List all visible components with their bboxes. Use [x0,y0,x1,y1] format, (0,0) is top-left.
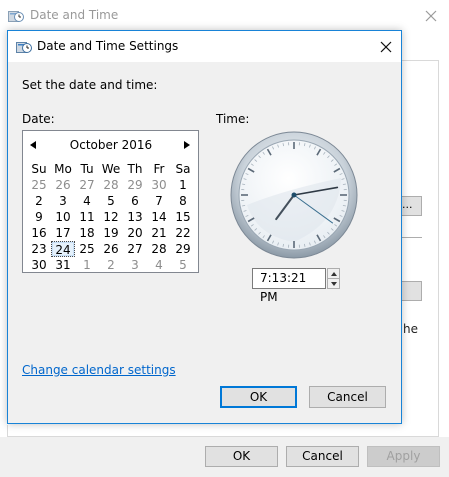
calendar-day[interactable]: 29 [123,177,147,193]
calendar-day[interactable]: 18 [75,225,99,241]
calendar-day[interactable]: 11 [75,209,99,225]
date-time-settings-dialog: Date and Time Settings Set the date and … [7,30,402,424]
calendar-day[interactable]: 17 [51,225,75,241]
time-spinner [327,268,340,289]
dialog-titlebar: Date and Time Settings [8,31,401,62]
calendar-month-title[interactable]: October 2016 [43,138,179,152]
dialog-title: Date and Time Settings [37,39,179,53]
date-time-settings-icon [8,8,24,24]
calendar-day[interactable]: 3 [123,257,147,273]
parent-ok-button[interactable]: OK [205,446,278,467]
calendar-day[interactable]: 25 [27,177,51,193]
parent-apply-button[interactable]: Apply [367,446,440,467]
close-icon[interactable] [419,4,443,28]
analog-clock [229,130,359,260]
calendar-day[interactable]: 22 [171,225,195,241]
time-input[interactable]: 7:13:21 PM [252,268,326,304]
calendar-day[interactable]: 27 [75,177,99,193]
calendar-day[interactable]: 2 [99,257,123,273]
weekday-header: Mo [54,162,72,176]
calendar-day[interactable]: 1 [75,257,99,273]
weekday-header: Th [127,162,143,176]
spin-down-icon[interactable] [328,279,339,288]
calendar-day[interactable]: 19 [99,225,123,241]
calendar-day[interactable]: 7 [147,193,171,209]
calendar-day[interactable]: 13 [123,209,147,225]
calendar-day[interactable]: 5 [171,257,195,273]
parent-change-button[interactable]: ... [401,196,422,216]
calendar-day[interactable]: 25 [75,241,99,257]
parent-cancel-button[interactable]: Cancel [286,446,359,467]
weekday-header: Fr [153,162,165,176]
calendar-day[interactable]: 9 [27,209,51,225]
calendar-day[interactable]: 23 [27,241,51,257]
calendar-day[interactable]: 1 [171,177,195,193]
calendar-day[interactable]: 2 [27,193,51,209]
weekday-header: We [101,162,121,176]
calendar-day[interactable]: 26 [99,241,123,257]
calendar-day-selected[interactable]: 24 [51,241,75,257]
calendar-day[interactable]: 28 [147,241,171,257]
calendar-day[interactable]: 30 [27,257,51,273]
calendar-day[interactable]: 31 [51,257,75,273]
calendar-day[interactable]: 4 [75,193,99,209]
calendar-day[interactable]: 16 [27,225,51,241]
calendar-day[interactable]: 8 [171,193,195,209]
parent-side-button[interactable] [401,281,422,301]
spin-up-icon[interactable] [328,269,339,279]
calendar-day[interactable]: 20 [123,225,147,241]
weekday-header: Su [31,162,47,176]
calendar-day[interactable]: 6 [123,193,147,209]
instruction-text: Set the date and time: [22,78,158,92]
calendar-day[interactable]: 4 [147,257,171,273]
parent-side-text: he [403,322,418,336]
calendar-day[interactable]: 5 [99,193,123,209]
clock-center [291,192,297,198]
calendar-day[interactable]: 30 [147,177,171,193]
calendar-day[interactable]: 29 [171,241,195,257]
ok-button[interactable]: OK [220,386,297,408]
calendar: October 2016 Su Mo Tu We Th Fr Sa 25 26 27 28 29 30 1… [22,130,199,273]
calendar-day[interactable]: 21 [147,225,171,241]
weekday-header: Tu [80,162,94,176]
parent-content-panel [402,60,439,438]
date-time-settings-icon [16,39,32,55]
triangle-right-icon[interactable] [181,139,193,151]
calendar-day[interactable]: 14 [147,209,171,225]
change-calendar-settings-link[interactable]: Change calendar settings [22,363,176,377]
calendar-day[interactable]: 26 [51,177,75,193]
weekday-header: Sa [175,162,191,176]
calendar-day[interactable]: 15 [171,209,195,225]
calendar-day[interactable]: 10 [51,209,75,225]
cancel-button[interactable]: Cancel [309,386,386,408]
calendar-grid: Su Mo Tu We Th Fr Sa 25 26 27 28 29 30 1 2 3 4 5 6 7 8 9 10 11 1… [27,161,195,273]
triangle-left-icon[interactable] [27,139,39,151]
close-icon[interactable] [373,34,399,60]
parent-titlebar: Date and Time [0,0,449,32]
calendar-day[interactable]: 27 [123,241,147,257]
calendar-day[interactable]: 3 [51,193,75,209]
date-label: Date: [22,112,55,126]
calendar-day[interactable]: 28 [99,177,123,193]
time-label: Time: [216,112,250,126]
parent-window-title: Date and Time [30,8,119,22]
calendar-day[interactable]: 12 [99,209,123,225]
divider [402,237,422,238]
